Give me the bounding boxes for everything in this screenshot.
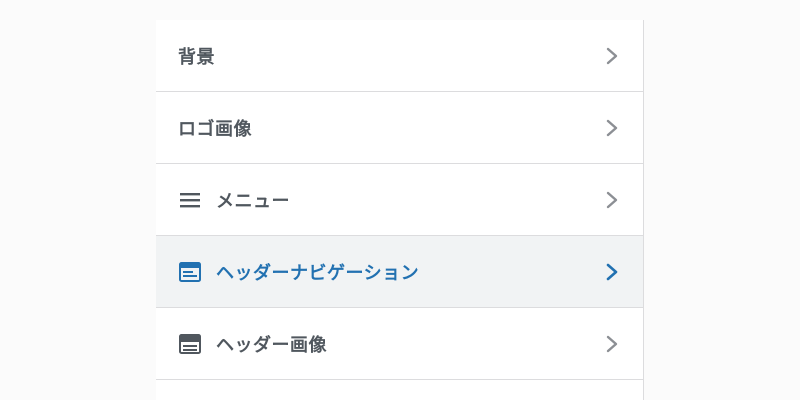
menu-item-label: ヘッダーナビゲーション	[216, 262, 420, 284]
customizer-panel: 背景 ロゴ画像 メニュー ヘッダーナビゲーション ヘッダー画像	[156, 20, 644, 400]
menu-item-logo-image[interactable]: ロゴ画像	[156, 92, 643, 164]
chevron-right-icon	[606, 191, 618, 208]
header-nav-icon	[178, 261, 202, 282]
menu-lines-icon	[178, 190, 202, 210]
menu-item-label: ヘッダー画像	[216, 334, 327, 356]
header-image-icon	[178, 333, 202, 354]
menu-item-menu[interactable]: メニュー	[156, 164, 643, 236]
menu-item-label: メニュー	[216, 190, 290, 212]
menu-item-label: 背景	[178, 46, 215, 68]
menu-item-label: ロゴ画像	[178, 118, 252, 140]
chevron-right-icon	[606, 335, 618, 352]
chevron-right-icon	[606, 47, 618, 64]
chevron-right-icon	[606, 263, 618, 280]
chevron-right-icon	[606, 119, 618, 136]
menu-item-header-image[interactable]: ヘッダー画像	[156, 308, 643, 380]
menu-item-background[interactable]: 背景	[156, 20, 643, 92]
panel-remainder	[156, 380, 643, 400]
menu-item-header-navigation[interactable]: ヘッダーナビゲーション	[156, 236, 643, 308]
